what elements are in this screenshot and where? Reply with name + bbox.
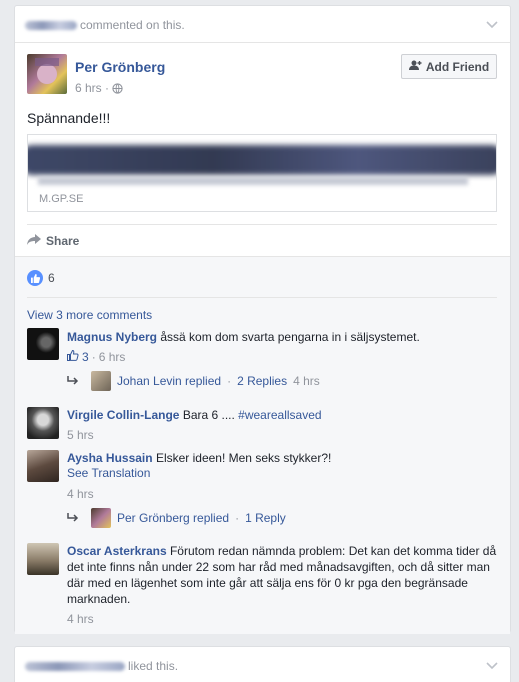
story-header-text: liked this. <box>25 659 178 673</box>
hashtag-link[interactable]: #weareallsaved <box>238 408 321 422</box>
blurred-link-subtitle <box>38 177 468 185</box>
reply-separator: · <box>227 374 232 388</box>
comment-text: Bara 6 .... <box>182 408 239 422</box>
post-author[interactable]: Per Grönberg <box>75 59 165 75</box>
blurred-name <box>25 662 125 672</box>
blurred-link-title <box>28 145 496 175</box>
comment-text: åssä kom dom svarta pengarna in i säljsy… <box>160 330 420 344</box>
reply-count[interactable]: 1 Reply <box>245 511 286 525</box>
post-time[interactable]: 6 hrs <box>75 81 102 95</box>
chevron-down-icon[interactable] <box>486 657 498 673</box>
divider <box>27 224 497 225</box>
avatar[interactable] <box>27 328 59 360</box>
reply-time: 4 hrs <box>293 374 320 388</box>
reply-arrow-icon <box>67 374 79 389</box>
avatar[interactable] <box>27 54 67 94</box>
reply-count[interactable]: 2 Replies <box>237 374 287 388</box>
view-more-comments-link[interactable]: View 3 more comments <box>27 308 152 322</box>
comment: Oscar Asterkrans Förutom redan nämnda pr… <box>67 543 497 607</box>
story-header: commented on this. <box>15 6 510 43</box>
avatar[interactable] <box>91 371 111 391</box>
like-icon <box>27 270 43 286</box>
avatar[interactable] <box>91 508 111 528</box>
story-header-text: commented on this. <box>25 18 185 32</box>
divider <box>27 297 497 298</box>
see-translation-link[interactable]: See Translation <box>67 466 150 480</box>
comment-like-count[interactable]: 3 <box>82 350 89 364</box>
globe-icon <box>112 83 123 97</box>
add-friend-button[interactable]: Add Friend <box>401 54 497 79</box>
like-count: 6 <box>48 271 55 285</box>
link-domain: M.GP.SE <box>39 193 84 205</box>
avatar[interactable] <box>27 407 59 439</box>
add-friend-icon <box>408 60 422 74</box>
comment-time[interactable]: 4 hrs <box>67 487 94 501</box>
story-card: liked this. <box>14 646 511 682</box>
comment: Magnus Nyberg åssä kom dom svarta pengar… <box>67 329 497 345</box>
comment-time[interactable]: 5 hrs <box>67 428 94 442</box>
share-icon <box>27 234 41 248</box>
comment: Virgile Collin-Lange Bara 6 .... #wearea… <box>67 407 497 423</box>
reply-summary[interactable]: Johan Levin replied · 2 Replies 4 hrs <box>67 371 320 391</box>
story-card: commented on this. Per Grönberg 6 hrs · … <box>14 5 511 634</box>
reply-author[interactable]: Johan Levin replied <box>117 374 221 388</box>
comment-author[interactable]: Magnus Nyberg <box>67 330 157 344</box>
comment-time[interactable]: 4 hrs <box>67 612 94 626</box>
chevron-down-icon[interactable] <box>486 16 498 32</box>
comment-meta: 3 · 6 hrs <box>67 349 126 364</box>
comment: Aysha Hussain Elsker ideen! Men seks sty… <box>67 450 497 466</box>
post-text: Spännande!!! <box>27 110 111 126</box>
comments-section: 6 View 3 more comments Magnus Nyberg åss… <box>15 256 510 634</box>
like-icon[interactable] <box>67 349 79 364</box>
share-button[interactable]: Share <box>27 234 79 248</box>
comment-author[interactable]: Oscar Asterkrans <box>67 544 167 558</box>
avatar[interactable] <box>27 450 59 482</box>
share-label: Share <box>46 234 80 248</box>
comment-text: Elsker ideen! Men seks stykker?! <box>155 451 332 465</box>
comment-time[interactable]: 6 hrs <box>99 350 126 364</box>
link-preview[interactable]: M.GP.SE <box>27 134 497 212</box>
reply-separator: · <box>235 511 240 525</box>
comment-author[interactable]: Aysha Hussain <box>67 451 153 465</box>
reply-arrow-icon <box>67 511 79 526</box>
comment-author[interactable]: Virgile Collin-Lange <box>67 408 179 422</box>
reply-author[interactable]: Per Grönberg replied <box>117 511 229 525</box>
like-summary[interactable]: 6 <box>27 270 55 286</box>
post-meta: 6 hrs · <box>75 81 123 97</box>
add-friend-label: Add Friend <box>425 59 490 74</box>
reply-summary[interactable]: Per Grönberg replied · 1 Reply <box>67 508 286 528</box>
avatar[interactable] <box>27 543 59 575</box>
blurred-name <box>25 21 77 31</box>
